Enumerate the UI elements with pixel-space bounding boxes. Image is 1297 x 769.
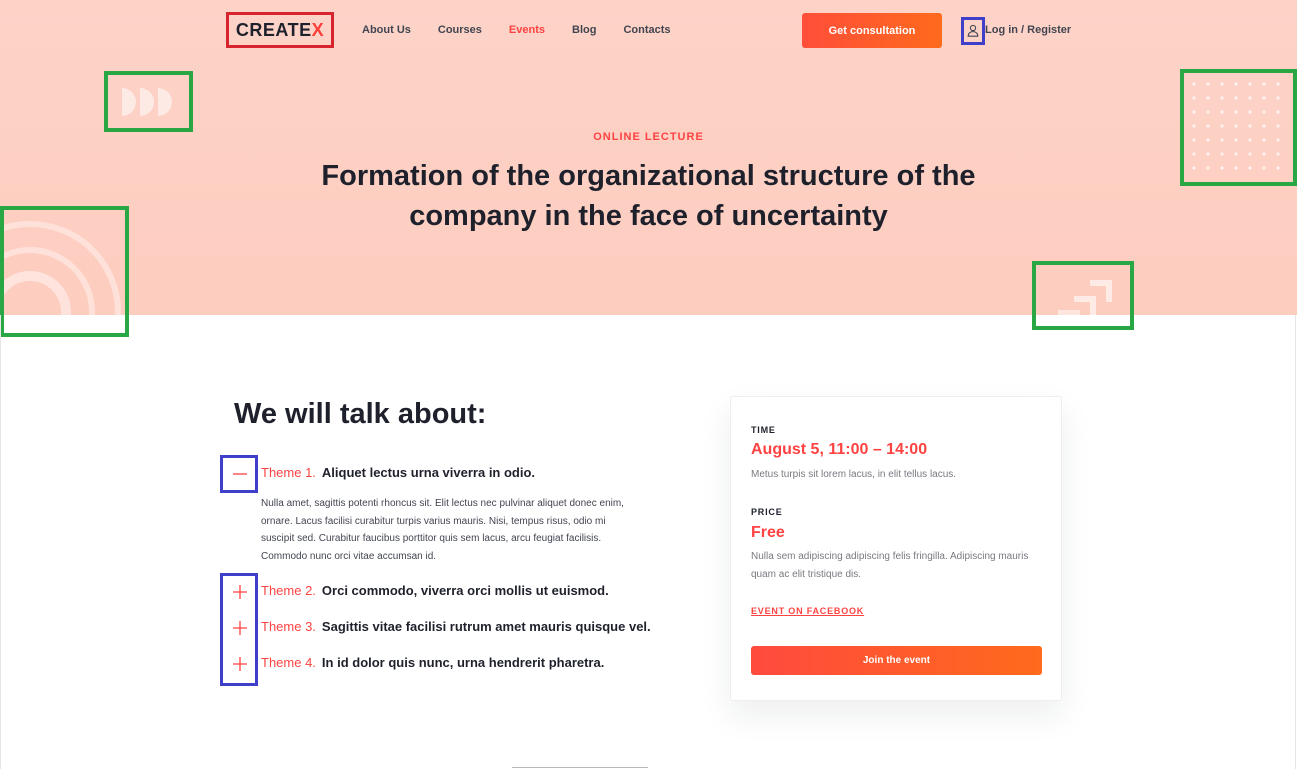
dot — [1262, 124, 1266, 128]
plus-icon[interactable] — [222, 574, 258, 610]
theme-1-body: Nulla amet, sagittis potenti rhoncus sit… — [261, 498, 624, 562]
dot — [1220, 166, 1224, 170]
theme-number: Theme 1. — [261, 465, 316, 480]
dot — [1192, 110, 1196, 114]
dot — [1234, 82, 1238, 86]
page-edge-line — [0, 315, 1, 769]
page-edge-line — [1295, 315, 1296, 769]
dots-grid-decoration — [1192, 82, 1280, 170]
price-label: PRICE — [751, 507, 783, 517]
dot — [1220, 110, 1224, 114]
time-value: August 5, 11:00 – 14:00 — [751, 441, 928, 458]
theme-item-2[interactable]: Theme 2. Orci commodo, viverra orci molli… — [222, 583, 652, 610]
hero-title: Formation of the organizational structur… — [321, 160, 976, 232]
price-description: Nulla sem adipiscing adipiscing felis fr… — [751, 551, 1029, 580]
dot — [1276, 152, 1280, 156]
dot — [1234, 110, 1238, 114]
minus-icon[interactable] — [222, 456, 258, 492]
main-nav: About Us Courses Events Blog Contacts — [362, 24, 698, 36]
nav-blog[interactable]: Blog — [572, 24, 596, 36]
semicircle-shapes-decoration — [122, 88, 172, 116]
talk-heading: We will talk about: — [234, 398, 487, 430]
logo-accent: X — [311, 20, 325, 40]
theme-text: Theme 1. Aliquet lectus urna viverra in o… — [261, 465, 535, 480]
createx-logo[interactable]: CREATE X — [229, 15, 331, 46]
bottom-divider — [512, 767, 648, 768]
dot — [1248, 166, 1252, 170]
dot — [1206, 166, 1210, 170]
nav-contacts[interactable]: Contacts — [623, 24, 670, 36]
corner-arrows-decoration — [1058, 280, 1112, 315]
plus-icon[interactable] — [222, 610, 258, 646]
price-value: Free — [751, 524, 785, 541]
nav-about-us[interactable]: About Us — [362, 24, 411, 36]
dot — [1220, 96, 1224, 100]
logo-text: CREATE — [235, 20, 312, 40]
dot — [1276, 124, 1280, 128]
dot — [1206, 110, 1210, 114]
time-description: Metus turpis sit lorem lacus, in elit te… — [751, 469, 957, 480]
theme-title: Orci commodo, viverra orci mollis ut eui… — [321, 583, 609, 598]
dot — [1234, 152, 1238, 156]
dot — [1262, 96, 1266, 100]
theme-item-1[interactable]: Theme 1. Aliquet lectus urna viverra in o… — [222, 465, 652, 492]
concentric-arcs-decoration — [0, 221, 121, 315]
dot — [1262, 82, 1266, 86]
dot — [1192, 166, 1196, 170]
dot — [1192, 152, 1196, 156]
dot — [1234, 166, 1238, 170]
dot — [1234, 124, 1238, 128]
theme-title: Aliquet lectus urna viverra in odio. — [321, 465, 536, 480]
dot — [1192, 82, 1196, 86]
nav-events[interactable]: Events — [509, 24, 545, 36]
dot — [1234, 96, 1238, 100]
dot — [1276, 110, 1280, 114]
nav-courses[interactable]: Courses — [438, 24, 482, 36]
dot — [1248, 110, 1252, 114]
theme-text: Theme 4. In id dolor quis nunc, urna hend… — [261, 655, 604, 670]
get-consultation-button[interactable]: Get consultation — [802, 13, 942, 48]
theme-number: Theme 2. — [261, 583, 316, 598]
dot — [1206, 82, 1210, 86]
dot — [1206, 96, 1210, 100]
dot — [1262, 152, 1266, 156]
dot — [1206, 152, 1210, 156]
dot — [1248, 82, 1252, 86]
plus-icon[interactable] — [222, 646, 258, 682]
time-label: TIME — [751, 425, 776, 435]
dot — [1262, 166, 1266, 170]
dot — [1206, 124, 1210, 128]
theme-text: Theme 3. Sagittis vitae facilisi rutrum a… — [261, 619, 651, 634]
dot — [1248, 96, 1252, 100]
dot — [1248, 152, 1252, 156]
dot — [1262, 110, 1266, 114]
dot — [1276, 96, 1280, 100]
dot — [1276, 166, 1280, 170]
theme-item-3[interactable]: Theme 3. Sagittis vitae facilisi rutrum a… — [222, 619, 652, 646]
user-icon[interactable] — [962, 17, 984, 43]
theme-title: Sagittis vitae facilisi rutrum amet maur… — [321, 619, 651, 634]
join-event-button[interactable]: Join the event — [751, 646, 1042, 675]
theme-text: Theme 2. Orci commodo, viverra orci molli… — [261, 583, 609, 598]
dot — [1192, 96, 1196, 100]
dot — [1276, 82, 1280, 86]
event-info-card: TIME August 5, 11:00 – 14:00 Metus turpi… — [730, 396, 1062, 701]
dot — [1220, 82, 1224, 86]
theme-title: In id dolor quis nunc, urna hendrerit ph… — [321, 655, 605, 670]
login-register-link[interactable]: Log in / Register — [962, 17, 1071, 43]
theme-number: Theme 3. — [261, 619, 316, 634]
dot — [1220, 152, 1224, 156]
hero-eyebrow: ONLINE LECTURE — [593, 131, 704, 143]
dot — [1248, 124, 1252, 128]
theme-number: Theme 4. — [261, 655, 316, 670]
dot — [1192, 124, 1196, 128]
dot — [1220, 124, 1224, 128]
event-facebook-link[interactable]: EVENT ON FACEBOOK — [751, 606, 864, 616]
theme-item-4[interactable]: Theme 4. In id dolor quis nunc, urna hend… — [222, 655, 652, 682]
login-label: Log in / Register — [985, 24, 1072, 36]
